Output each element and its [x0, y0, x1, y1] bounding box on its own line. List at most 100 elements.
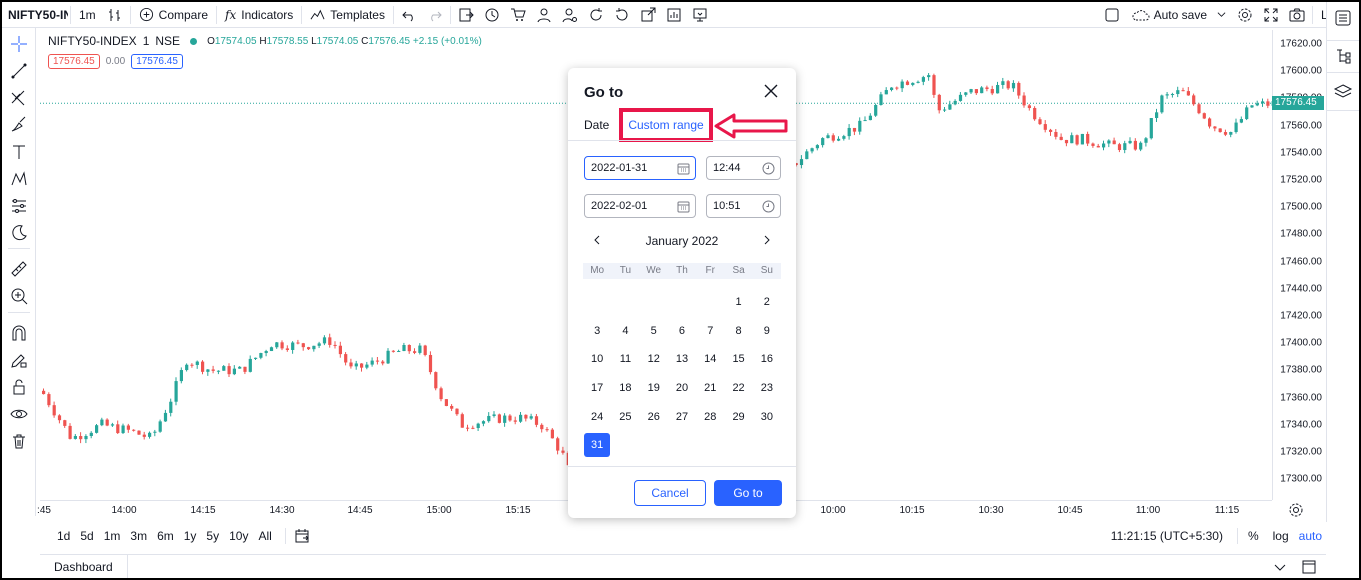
auto-toggle[interactable]: auto [1299, 529, 1322, 543]
calendar-day[interactable]: 15 [724, 345, 752, 374]
popout-icon[interactable] [635, 2, 661, 28]
cancel-button[interactable]: Cancel [634, 480, 706, 506]
camera-icon[interactable] [1284, 2, 1310, 28]
clock-icon[interactable] [762, 200, 775, 213]
moon-icon[interactable] [8, 222, 30, 244]
legend-symbol[interactable]: NIFTY50-INDEX [48, 34, 137, 48]
symbol-search[interactable]: NIFTY50-INDEX [2, 2, 68, 28]
screen-icon[interactable] [687, 2, 713, 28]
calendar-icon[interactable] [677, 162, 690, 175]
calendar-day[interactable]: 28 [696, 402, 724, 431]
zoom-in-icon[interactable] [8, 285, 30, 307]
reload-icon[interactable] [609, 2, 635, 28]
autosave-button[interactable]: Auto save [1125, 2, 1232, 28]
refresh-icon[interactable] [583, 2, 609, 28]
calendar-day[interactable]: 11 [611, 345, 639, 374]
cart-icon[interactable] [505, 2, 531, 28]
calendar-day[interactable]: 17 [583, 374, 611, 403]
compare-button[interactable]: Compare [133, 2, 214, 28]
templates-button[interactable]: Templates [304, 2, 391, 28]
calendar-day[interactable]: 30 [753, 402, 781, 431]
pattern-icon[interactable] [8, 168, 30, 190]
indicators-button[interactable]: fx Indicators [219, 2, 299, 28]
export-icon[interactable] [453, 2, 479, 28]
buy-price-box[interactable]: 17576.45 [131, 54, 183, 69]
calendar-day[interactable]: 9 [753, 317, 781, 346]
next-month-icon[interactable] [760, 232, 774, 248]
calendar-day[interactable]: 20 [668, 374, 696, 403]
range-1d[interactable]: 1d [52, 529, 75, 543]
magnet-icon[interactable] [8, 322, 30, 344]
calendar-day[interactable]: 8 [724, 317, 752, 346]
end-time-field[interactable]: 10:51 [706, 194, 781, 218]
calendar-day[interactable]: 16 [753, 345, 781, 374]
calendar-day[interactable]: 13 [668, 345, 696, 374]
calendar-day[interactable]: 7 [696, 317, 724, 346]
calendar-day[interactable]: 4 [611, 317, 639, 346]
dashboard-tab[interactable]: Dashboard [40, 560, 127, 574]
ruler-icon[interactable] [8, 258, 30, 280]
log-toggle[interactable]: log [1273, 529, 1289, 543]
layers-icon[interactable] [1333, 82, 1353, 102]
object-tree-icon[interactable] [1333, 46, 1353, 66]
start-time-field[interactable]: 12:44 [706, 156, 781, 180]
interval-button[interactable]: 1m [73, 2, 102, 28]
text-icon[interactable] [8, 141, 30, 163]
tab-custom-range[interactable]: Custom range [619, 108, 713, 142]
eye-icon[interactable] [8, 403, 30, 425]
forecast-icon[interactable] [8, 195, 30, 217]
redo-icon[interactable] [422, 2, 448, 28]
range-5d[interactable]: 5d [75, 529, 98, 543]
range-1y[interactable]: 1y [179, 529, 202, 543]
bar-chart-icon[interactable] [661, 2, 687, 28]
calendar-day[interactable]: 12 [640, 345, 668, 374]
replay-icon[interactable] [479, 2, 505, 28]
calendar-day[interactable]: 25 [611, 402, 639, 431]
calendar-day[interactable]: 2 [753, 288, 781, 317]
calendar-day[interactable]: 21 [696, 374, 724, 403]
range-all[interactable]: All [253, 529, 276, 543]
undo-icon[interactable] [396, 2, 422, 28]
calendar-day[interactable]: 5 [640, 317, 668, 346]
calendar-day[interactable]: 3 [583, 317, 611, 346]
sell-price-box[interactable]: 17576.45 [48, 54, 100, 69]
end-date-field[interactable]: 2022-02-01 [584, 194, 696, 218]
range-10y[interactable]: 10y [224, 529, 253, 543]
user-icon[interactable] [531, 2, 557, 28]
trash-icon[interactable] [8, 430, 30, 452]
maximize-icon[interactable] [1302, 560, 1316, 574]
gear-icon[interactable] [1232, 2, 1258, 28]
calendar-goto-icon[interactable] [294, 528, 310, 544]
calendar-day[interactable]: 14 [696, 345, 724, 374]
brush-icon[interactable] [8, 114, 30, 136]
chevron-down-icon[interactable] [1272, 559, 1288, 575]
pencil-lock-icon[interactable] [8, 349, 30, 371]
calendar-day[interactable]: 19 [640, 374, 668, 403]
calendar-day[interactable]: 29 [724, 402, 752, 431]
calendar-day[interactable]: 24 [583, 402, 611, 431]
range-1m[interactable]: 1m [99, 529, 126, 543]
crosshair-icon[interactable] [8, 33, 30, 55]
tab-date[interactable]: Date [584, 118, 609, 132]
calendar-day[interactable]: 18 [611, 374, 639, 403]
calendar-day[interactable]: 22 [724, 374, 752, 403]
range-3m[interactable]: 3m [125, 529, 152, 543]
gear-icon[interactable] [1288, 502, 1306, 520]
range-6m[interactable]: 6m [152, 529, 179, 543]
percent-toggle[interactable]: % [1248, 529, 1259, 543]
range-5y[interactable]: 5y [201, 529, 224, 543]
goto-button[interactable]: Go to [714, 480, 782, 506]
calendar-day[interactable]: 27 [668, 402, 696, 431]
checkbox-icon[interactable] [1099, 2, 1125, 28]
calendar-day[interactable]: 10 [583, 345, 611, 374]
trend-line-icon[interactable] [8, 60, 30, 82]
lock-icon[interactable] [8, 376, 30, 398]
calendar-icon[interactable] [677, 200, 690, 213]
watchlist-icon[interactable] [1333, 8, 1353, 28]
close-icon[interactable] [762, 82, 780, 100]
user-settings-icon[interactable] [557, 2, 583, 28]
calendar-day[interactable]: 23 [753, 374, 781, 403]
calendar-day[interactable]: 26 [640, 402, 668, 431]
bar-style-icon[interactable] [102, 2, 128, 28]
calendar-day[interactable]: 1 [724, 288, 752, 317]
